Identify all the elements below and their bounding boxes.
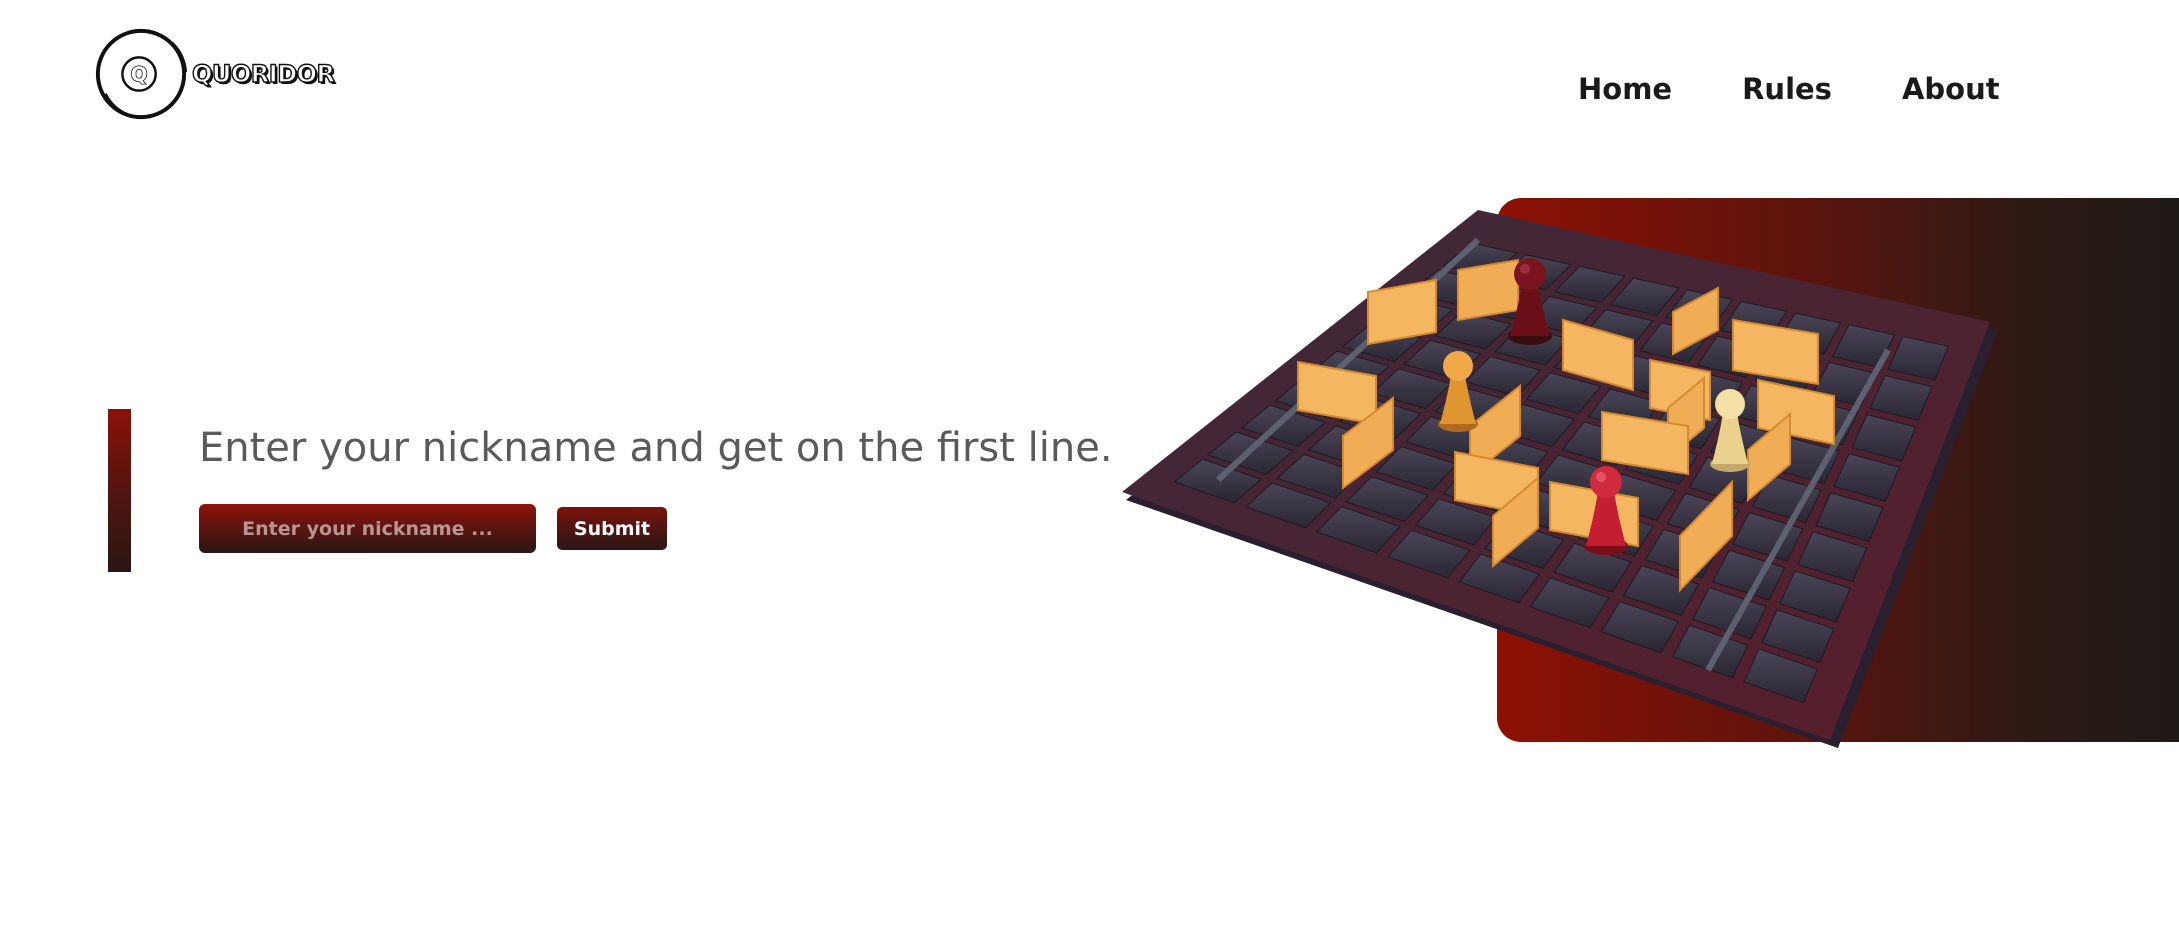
quoridor-board-icon [1122, 210, 1998, 748]
logo-letter: Q [131, 63, 148, 86]
accent-bar [108, 409, 131, 572]
nav-about[interactable]: About [1902, 72, 2000, 106]
submit-button[interactable]: Submit [557, 507, 667, 550]
nickname-input[interactable] [199, 504, 536, 553]
nav-home[interactable]: Home [1578, 72, 1672, 106]
logo[interactable]: Q QUORIDOR [92, 22, 336, 126]
nav-rules[interactable]: Rules [1742, 72, 1832, 106]
hero-tagline: Enter your nickname and get on the first… [199, 425, 1113, 471]
quoridor-logo-icon: Q [95, 28, 188, 120]
board [1122, 210, 1998, 748]
logo-wordmark: QUORIDOR [191, 59, 335, 88]
main-nav: Home Rules About [1578, 72, 2000, 106]
